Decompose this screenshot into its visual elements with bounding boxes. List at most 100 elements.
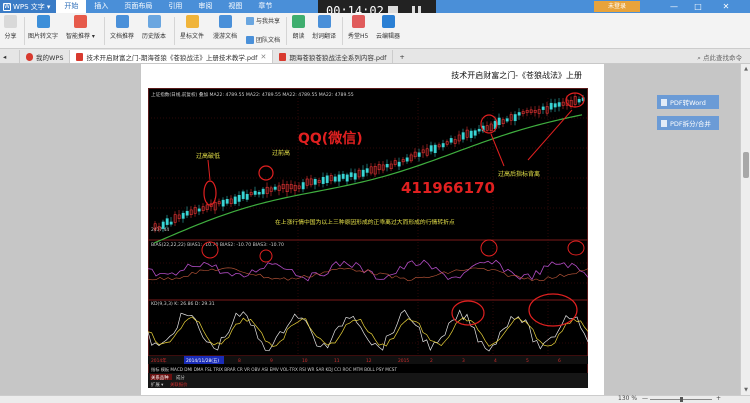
- scroll-down-icon[interactable]: ▼: [742, 387, 750, 393]
- menu-insert[interactable]: 插入: [86, 0, 116, 13]
- zoom-in-button[interactable]: +: [716, 395, 721, 402]
- cloud-editor-icon: [381, 15, 395, 28]
- translate-icon: [317, 15, 331, 28]
- pdf-to-word-button[interactable]: PDF转Word: [657, 95, 719, 109]
- annotation-divergence-label: 过高后指标背离: [498, 170, 540, 178]
- document-tabs: ◂ 我的WPS 技术开启财富之门-期海苍狼《苍狼战法》上册技术教学.pdf ✕ …: [0, 49, 750, 64]
- team-doc-button[interactable]: 团队文档: [246, 35, 280, 44]
- scroll-thumb[interactable]: [743, 152, 749, 178]
- expand-button[interactable]: 扩展 ▾: [151, 381, 164, 388]
- x-tick-label: 12: [366, 358, 372, 364]
- candle-body: [337, 174, 341, 182]
- scroll-up-icon[interactable]: ▲: [742, 66, 750, 72]
- x-tick-label: 11: [334, 358, 340, 364]
- tab-scroll-left[interactable]: ◂: [0, 50, 20, 63]
- zoom-slider-handle[interactable]: [680, 397, 683, 402]
- x-tick-label: 6: [558, 358, 561, 364]
- image-to-text-button[interactable]: 图片转文字: [28, 15, 58, 40]
- roaming-doc-button[interactable]: 漫游文档: [213, 15, 237, 40]
- wps-home-icon: [26, 52, 33, 61]
- tab-second-pdf[interactable]: 期海苍狼苍狼战法全系列内容.pdf: [273, 50, 394, 63]
- star-file-button[interactable]: 星标文件: [180, 15, 204, 40]
- candle-body: [233, 196, 237, 204]
- menu-reference[interactable]: 引用: [160, 0, 190, 13]
- pdf-split-merge-button[interactable]: PDF拆分/合并: [657, 116, 719, 130]
- tab-active-pdf[interactable]: 技术开启财富之门-期海苍狼《苍狼战法》上册技术教学.pdf ✕: [70, 50, 274, 63]
- candle-body: [497, 117, 501, 125]
- vertical-scrollbar[interactable]: ▲ ▼: [740, 64, 750, 395]
- candle-body: [301, 182, 305, 190]
- candle-body: [185, 210, 189, 216]
- minimize-button[interactable]: —: [664, 0, 684, 13]
- smart-recommend-button[interactable]: 智能推荐 ▾: [66, 15, 95, 40]
- candle-body: [353, 173, 357, 180]
- grid-lines: [148, 98, 588, 356]
- x-tick-label: 8: [238, 358, 241, 364]
- chart-border: [148, 88, 588, 388]
- pdf-file-icon: [76, 52, 84, 61]
- candle-body: [361, 169, 365, 177]
- candle-body: [541, 106, 545, 110]
- tab-label: 我的WPS: [36, 53, 64, 62]
- pdf-split-label: PDF拆分/合并: [670, 120, 711, 128]
- tab-my-wps[interactable]: 我的WPS: [20, 50, 71, 63]
- candle-body: [505, 118, 509, 122]
- close-tab-icon[interactable]: ✕: [260, 53, 266, 61]
- menu-view[interactable]: 视图: [220, 0, 250, 13]
- tab-related[interactable]: 关系品种: [151, 374, 169, 381]
- annotation-arrow: [527, 109, 573, 161]
- h5-label: 秀堂H5: [348, 33, 369, 40]
- star-file-label: 星标文件: [180, 33, 205, 40]
- command-search[interactable]: ⌕ 点此查找命令: [697, 52, 742, 63]
- new-tab-button[interactable]: +: [393, 50, 410, 63]
- share-button[interactable]: 分享: [4, 15, 17, 40]
- candle-body: [461, 132, 465, 140]
- candle-body: [181, 212, 185, 219]
- candle-body: [473, 130, 477, 136]
- year-label: 2014年: [151, 357, 167, 364]
- candle-body: [429, 145, 433, 152]
- kd-circle-2: [528, 293, 578, 327]
- read-aloud-button[interactable]: 朗读: [292, 15, 305, 40]
- tab-quotes[interactable]: 关联报价: [170, 381, 188, 388]
- bias-circle-2: [259, 249, 273, 263]
- annotation-high-label: 过前高: [272, 149, 290, 157]
- menu-review[interactable]: 审阅: [190, 0, 220, 13]
- candle-body: [477, 128, 481, 132]
- shared-with-me-button[interactable]: 与我共享: [246, 16, 280, 25]
- tab-components[interactable]: 成分: [176, 374, 185, 381]
- app-menu-button[interactable]: W WPS 文字 ▾: [0, 0, 57, 13]
- maximize-button[interactable]: □: [688, 0, 708, 13]
- candle-body: [349, 172, 353, 177]
- annotation-qq-label: QQ(微信): [298, 130, 363, 147]
- history-button[interactable]: 历史版本: [142, 15, 166, 40]
- login-button[interactable]: 未登录: [594, 1, 640, 12]
- app-name: WPS 文字: [13, 2, 45, 11]
- history-label: 历史版本: [142, 33, 167, 40]
- candle-body: [449, 138, 453, 143]
- x-tick-label: 3: [462, 358, 465, 364]
- candle-body: [313, 179, 317, 185]
- image-to-text-icon: [36, 15, 50, 28]
- candle-body: [441, 143, 445, 148]
- menu-chapter[interactable]: 章节: [250, 0, 280, 13]
- bias-line-2: [148, 267, 588, 282]
- candle-body: [433, 144, 437, 154]
- doc-recommend-button[interactable]: 文档推荐: [110, 15, 134, 40]
- menu-start[interactable]: 开始: [56, 0, 87, 13]
- zoom-out-button[interactable]: —: [642, 395, 648, 402]
- candle-body: [577, 98, 581, 103]
- translate-button[interactable]: 划词翻译: [312, 15, 336, 40]
- cloud-editor-button[interactable]: 云编辑器: [376, 15, 400, 40]
- candle-body: [553, 103, 557, 108]
- image-to-text-label: 图片转文字: [28, 33, 59, 40]
- candle-body: [549, 102, 553, 110]
- candle-body: [417, 152, 421, 157]
- x-tick-label: 4: [494, 358, 497, 364]
- menu-layout[interactable]: 页面布局: [116, 0, 160, 13]
- h5-button[interactable]: 秀堂H5: [348, 15, 368, 40]
- status-bar: 130 % — +: [0, 395, 750, 403]
- close-button[interactable]: ✕: [716, 0, 736, 13]
- candle-body: [161, 221, 165, 229]
- candle-body: [197, 208, 201, 212]
